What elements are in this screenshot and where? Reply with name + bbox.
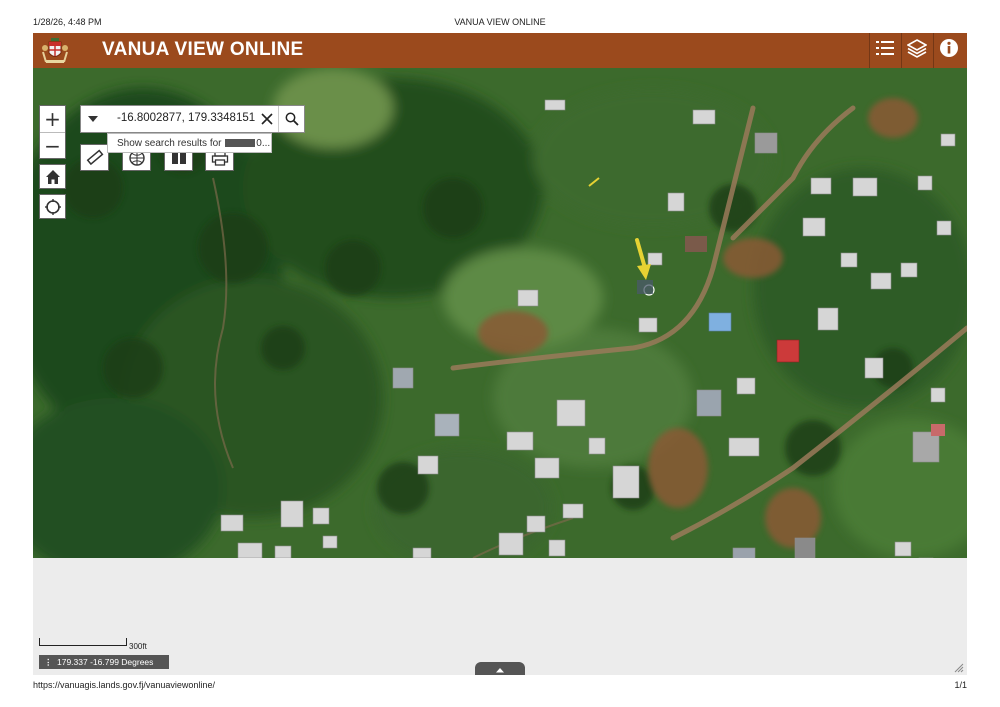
suggestion-text: Show search results for 0...	[117, 138, 271, 149]
print-header: 1/28/26, 4:48 PM VANUA VIEW ONLINE	[0, 17, 1000, 31]
app-title: VANUA VIEW ONLINE	[102, 39, 304, 60]
satellite-map[interactable]: + − -16.8002877, 179.3348151 Show search…	[33, 68, 967, 558]
redacted-block	[225, 139, 256, 147]
search-input[interactable]: -16.8002877, 179.3348151	[117, 112, 255, 124]
coordinate-readout: ⋮ 179.337 -16.799 Degrees	[39, 655, 169, 669]
print-url: https://vanuagis.lands.gov.fj/vanuaviewo…	[33, 680, 215, 690]
bottom-panel-toggle[interactable]	[475, 662, 525, 675]
caret-down-icon	[87, 115, 99, 123]
zoom-control: + −	[39, 105, 66, 159]
layers-icon	[906, 38, 928, 63]
coordinate-value: 179.337 -16.799 Degrees	[57, 657, 154, 667]
legend-list-button[interactable]	[869, 33, 900, 68]
home-icon	[45, 169, 61, 185]
locate-icon	[44, 198, 61, 215]
app-banner: VANUA VIEW ONLINE	[33, 33, 967, 68]
more-options-icon[interactable]: ⋮	[44, 657, 53, 668]
info-button[interactable]	[933, 33, 964, 68]
locate-button[interactable]	[39, 194, 66, 219]
search-source-dropdown[interactable]	[81, 106, 105, 132]
coat-of-arms-logo	[40, 36, 70, 65]
search-suggestion[interactable]: Show search results for 0...	[107, 133, 272, 153]
zoom-in-button[interactable]: +	[40, 106, 65, 132]
home-button[interactable]	[39, 164, 66, 189]
search-button[interactable]	[278, 106, 304, 132]
info-icon	[939, 38, 959, 63]
print-footer: https://vanuagis.lands.gov.fj/vanuaviewo…	[0, 680, 1000, 694]
clear-search-button[interactable]	[258, 110, 276, 128]
chevron-up-icon	[495, 660, 505, 676]
print-title: VANUA VIEW ONLINE	[454, 17, 546, 27]
search-icon	[285, 112, 299, 126]
page-number: 1/1	[954, 680, 967, 690]
layers-button[interactable]	[901, 33, 932, 68]
zoom-out-button[interactable]: −	[40, 132, 65, 158]
measure-icon	[86, 149, 104, 167]
scale-label: 300ft	[129, 642, 147, 651]
close-icon	[261, 113, 273, 125]
resize-handle[interactable]	[952, 660, 964, 673]
list-icon	[875, 39, 895, 62]
app-window: VANUA VIEW ONLINE + − -16.8002877, 179.3…	[33, 33, 967, 675]
scale-bar	[39, 638, 127, 646]
search-widget: -16.8002877, 179.3348151	[80, 105, 305, 133]
measure-tool-button[interactable]	[80, 144, 109, 171]
